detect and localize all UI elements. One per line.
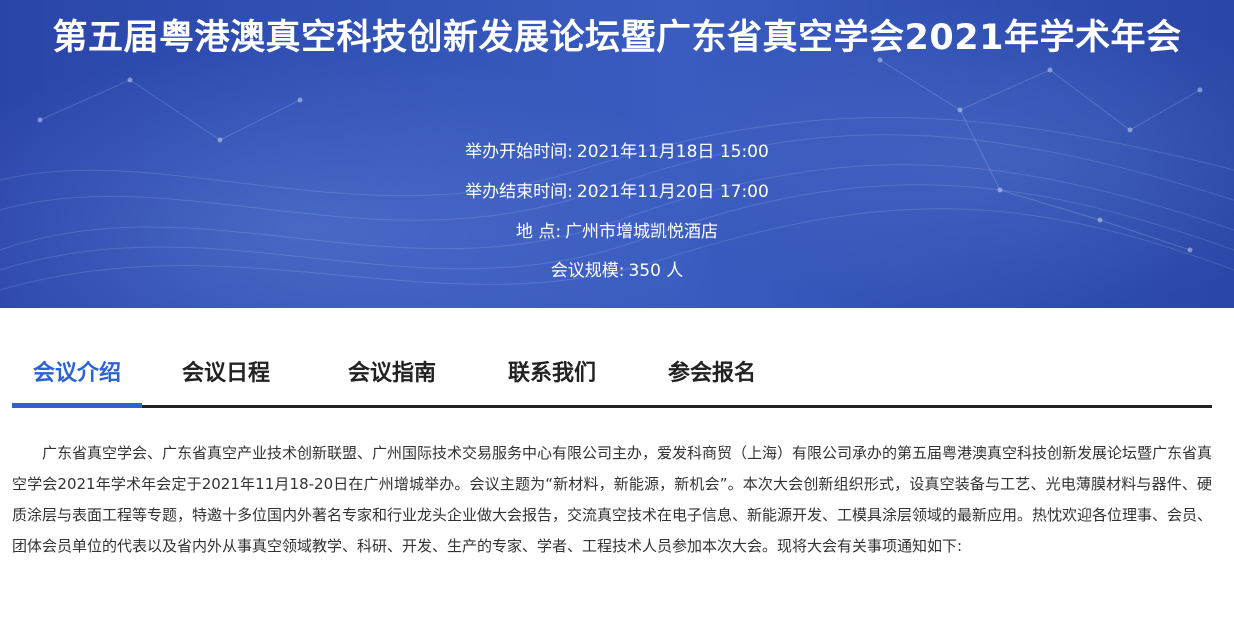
tab-guide[interactable]: 会议指南 [342, 348, 442, 406]
tab-contact[interactable]: 联系我们 [502, 348, 602, 406]
location-label: 地 点: [515, 222, 562, 242]
conference-banner: 第五届粤港澳真空科技创新发展论坛暨广东省真空学会2021年学术年会 举办开始时间… [0, 0, 1234, 308]
conference-title: 第五届粤港澳真空科技创新发展论坛暨广东省真空学会2021年学术年会 [52, 18, 1182, 58]
active-tab-indicator [12, 403, 142, 408]
end-time-row: 举办结束时间: 2021年11月20日 17:00 [0, 181, 1234, 203]
end-time-label: 举办结束时间: [465, 182, 573, 202]
tab-schedule[interactable]: 会议日程 [176, 348, 276, 406]
start-time-row: 举办开始时间: 2021年11月18日 15:00 [0, 141, 1234, 163]
location-row: 地 点: 广州市增城凯悦酒店 [0, 221, 1234, 243]
conference-tabs: 会议介绍 会议日程 会议指南 联系我们 参会报名 [12, 348, 1212, 408]
end-time-value: 2021年11月20日 17:00 [576, 182, 769, 202]
scale-value: 350 人 [628, 261, 684, 281]
location-value: 广州市增城凯悦酒店 [565, 222, 719, 242]
scale-row: 会议规模: 350 人 [0, 260, 1234, 282]
start-time-value: 2021年11月18日 15:00 [576, 142, 769, 162]
conference-introduction: 广东省真空学会、广东省真空产业技术创新联盟、广州国际技术交易服务中心有限公司主办… [12, 444, 1213, 555]
tab-intro[interactable]: 会议介绍 [12, 348, 142, 406]
tab-registration[interactable]: 参会报名 [662, 348, 762, 406]
start-time-label: 举办开始时间: [465, 142, 573, 162]
scale-label: 会议规模: [550, 261, 625, 281]
